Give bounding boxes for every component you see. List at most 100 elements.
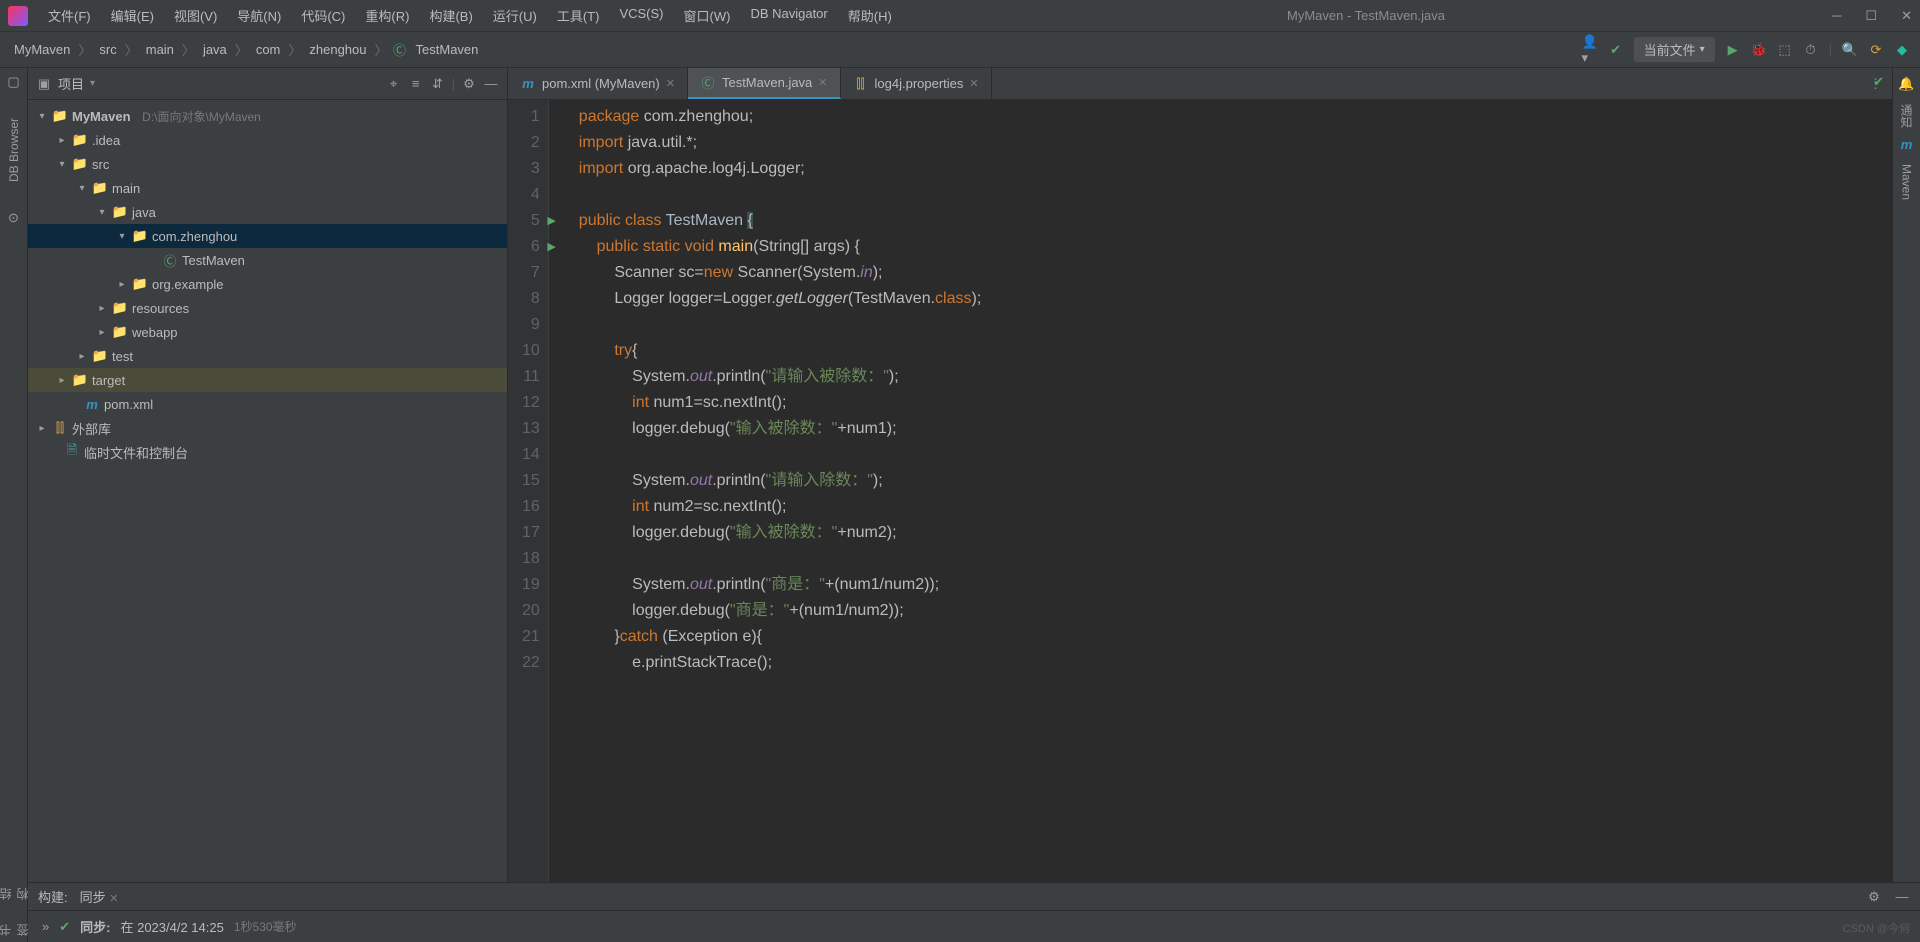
coverage-icon[interactable]: ⬚ (1777, 42, 1793, 58)
menu-dbnavigator[interactable]: DB Navigator (742, 2, 835, 29)
crumb-java[interactable]: java (199, 40, 231, 59)
expand-all-icon[interactable]: ≡ (408, 76, 424, 92)
user-icon[interactable]: 👤▾ (1582, 42, 1598, 58)
close-icon[interactable]: ✕ (666, 77, 675, 90)
sidebar-dbbrowser[interactable]: DB Browser (7, 118, 21, 182)
sync-icon[interactable]: ⟳ (1868, 42, 1884, 58)
tree-main[interactable]: ▾📁main (28, 176, 507, 200)
menu-navigate[interactable]: 导航(N) (229, 2, 289, 29)
sync-status-label: 同步: (80, 917, 110, 936)
inspection-ok-icon[interactable]: ✔ (1873, 74, 1884, 90)
notifications-icon[interactable]: 🔔 (1899, 76, 1915, 92)
project-panel-header: ▣ 项目 ▾ ⌖ ≡ ⇵ | ⚙ — (28, 68, 507, 100)
build-hide-icon[interactable]: — (1894, 889, 1910, 905)
crumb-pkg[interactable]: zhenghou (305, 40, 370, 59)
breadcrumb: MyMaven〉 src〉 main〉 java〉 com〉 zhenghou〉… (10, 40, 482, 59)
sidebar-notif[interactable]: 通知 (1898, 104, 1915, 128)
menu-vcs[interactable]: VCS(S) (611, 2, 671, 29)
app-logo-icon (8, 6, 28, 26)
tree-orgexample[interactable]: ▸📁org.example (28, 272, 507, 296)
project-tree[interactable]: ▾📁MyMaven D:\面向对象\MyMaven ▸📁.idea ▾📁src … (28, 100, 507, 882)
menu-window[interactable]: 窗口(W) (676, 2, 739, 29)
tree-root[interactable]: ▾📁MyMaven D:\面向对象\MyMaven (28, 104, 507, 128)
editor-area: mpom.xml (MyMaven)✕ ⒸTestMaven.java✕ ⫿⫿l… (508, 68, 1892, 882)
tab-pom[interactable]: mpom.xml (MyMaven)✕ (508, 68, 688, 99)
tree-java[interactable]: ▾📁java (28, 200, 507, 224)
project-panel-title: 项目 (58, 74, 84, 93)
reload-icon[interactable]: » (42, 919, 49, 934)
main-area: ▢ DB Browser ⊙ ▣ 项目 ▾ ⌖ ≡ ⇵ | ⚙ — ▾📁MyMa… (0, 68, 1920, 882)
sidebar-maven[interactable]: Maven (1900, 164, 1914, 200)
run-config-dropdown[interactable]: 当前文件▾ (1634, 37, 1715, 62)
menu-build[interactable]: 构建(B) (421, 2, 480, 29)
build-gear-icon[interactable]: ⚙ (1866, 889, 1882, 905)
tab-log4j[interactable]: ⫿⫿log4j.properties✕ (841, 68, 992, 99)
crumb-main[interactable]: main (142, 40, 178, 59)
close-icon[interactable]: ✕ (969, 77, 978, 90)
close-button[interactable]: ✕ (1901, 8, 1912, 24)
build-tab-sync[interactable]: 同步 ✕ (80, 887, 119, 906)
menu-edit[interactable]: 编辑(E) (103, 2, 162, 29)
maximize-button[interactable]: ☐ (1865, 8, 1877, 24)
menu-run[interactable]: 运行(U) (485, 2, 545, 29)
tree-pom[interactable]: mpom.xml (28, 392, 507, 416)
tree-scratch[interactable]: 🗎临时文件和控制台 (28, 440, 507, 464)
right-tool-strip: 🔔 通知 m Maven (1892, 68, 1920, 882)
editor-tabs: mpom.xml (MyMaven)✕ ⒸTestMaven.java✕ ⫿⫿l… (508, 68, 1892, 100)
menu-file[interactable]: 文件(F) (40, 2, 99, 29)
locate-icon[interactable]: ⌖ (386, 76, 402, 92)
code-content[interactable]: package com.zhenghou; import java.util.*… (549, 100, 981, 882)
crumb-file[interactable]: TestMaven (412, 40, 483, 59)
class-icon: Ⓒ (392, 42, 408, 58)
crumb-src[interactable]: src (95, 40, 120, 59)
codewithme-icon[interactable]: ◆ (1894, 42, 1910, 58)
crumb-project[interactable]: MyMaven (10, 40, 74, 59)
tree-target[interactable]: ▸📁target (28, 368, 507, 392)
code-editor[interactable]: 1234 56 78910111213141516171819202122 pa… (508, 100, 1892, 882)
sync-elapsed: 1秒530毫秒 (234, 918, 297, 935)
search-icon[interactable]: 🔍 (1842, 42, 1858, 58)
left-bottom-strip: 结构 书签 (0, 882, 28, 942)
collapse-all-icon[interactable]: ⇵ (430, 76, 446, 92)
menu-view[interactable]: 视图(V) (166, 2, 225, 29)
menu-help[interactable]: 帮助(H) (840, 2, 900, 29)
nav-toolbar: MyMaven〉 src〉 main〉 java〉 com〉 zhenghou〉… (0, 32, 1920, 68)
hide-panel-icon[interactable]: — (483, 76, 499, 92)
menu-tools[interactable]: 工具(T) (549, 2, 608, 29)
menu-code[interactable]: 代码(C) (293, 2, 353, 29)
project-tool-icon[interactable]: ▢ (6, 74, 22, 90)
project-panel: ▣ 项目 ▾ ⌖ ≡ ⇵ | ⚙ — ▾📁MyMaven D:\面向对象\MyM… (28, 68, 508, 882)
profile-icon[interactable]: ⏱ (1803, 42, 1819, 58)
tree-external[interactable]: ▸⫿⫿外部库 (28, 416, 507, 440)
close-icon[interactable]: ✕ (818, 76, 827, 89)
vcs-update-icon[interactable]: ✔ (1608, 42, 1624, 58)
run-button-icon[interactable]: ▶ (1725, 42, 1741, 58)
watermark: CSDN @今何 (1843, 920, 1910, 936)
tree-src[interactable]: ▾📁src (28, 152, 507, 176)
sync-time: 在 2023/4/2 14:25 (120, 917, 223, 936)
sidebar-structure[interactable]: 结构 (0, 882, 31, 900)
line-gutter: 1234 56 78910111213141516171819202122 (508, 100, 549, 882)
menu-refactor[interactable]: 重构(R) (357, 2, 417, 29)
crumb-com[interactable]: com (252, 40, 285, 59)
tab-testmaven[interactable]: ⒸTestMaven.java✕ (688, 68, 841, 99)
tree-resources[interactable]: ▸📁resources (28, 296, 507, 320)
bookmarks-tool-icon[interactable]: ⊙ (6, 210, 22, 226)
debug-button-icon[interactable]: 🐞 (1751, 42, 1767, 58)
tree-idea[interactable]: ▸📁.idea (28, 128, 507, 152)
tree-class[interactable]: ⒸTestMaven (28, 248, 507, 272)
project-view-icon: ▣ (36, 76, 52, 92)
tree-webapp[interactable]: ▸📁webapp (28, 320, 507, 344)
title-bar: 文件(F) 编辑(E) 视图(V) 导航(N) 代码(C) 重构(R) 构建(B… (0, 0, 1920, 32)
build-panel-tabs: 构建: 同步 ✕ ⚙ — (28, 883, 1920, 911)
sidebar-bookmarks[interactable]: 书签 (0, 918, 31, 936)
minimize-button[interactable]: ─ (1832, 8, 1841, 24)
build-panel: 构建: 同步 ✕ ⚙ — » ✔ 同步: 在 2023/4/2 14:25 1秒… (28, 882, 1920, 942)
maven-tool-icon[interactable]: m (1899, 136, 1915, 152)
window-title: MyMaven - TestMaven.java (900, 8, 1832, 23)
tree-package[interactable]: ▾📁com.zhenghou (28, 224, 507, 248)
left-tool-strip: ▢ DB Browser ⊙ (0, 68, 28, 882)
build-label: 构建: (38, 887, 68, 906)
gear-icon[interactable]: ⚙ (461, 76, 477, 92)
tree-test[interactable]: ▸📁test (28, 344, 507, 368)
